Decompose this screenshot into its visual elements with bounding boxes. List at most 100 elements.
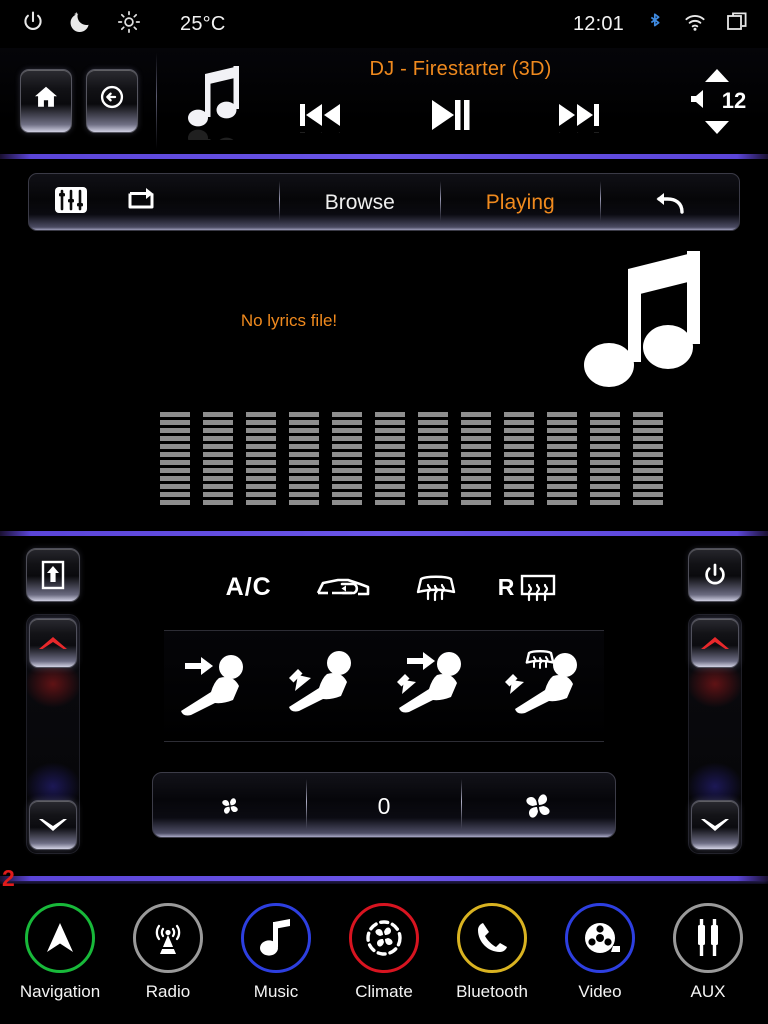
airflow-mode-feet[interactable] xyxy=(281,648,371,724)
wifi-icon[interactable] xyxy=(682,10,708,39)
spectrum-segment xyxy=(418,428,448,433)
spectrum-segment xyxy=(633,420,663,425)
night-mode-icon[interactable] xyxy=(68,9,94,40)
spectrum-segment xyxy=(289,420,319,425)
driver-temp-down-button[interactable] xyxy=(29,800,77,850)
driver-temp-slider[interactable] xyxy=(26,614,80,854)
passenger-temp-down-button[interactable] xyxy=(691,800,739,850)
spectrum-column xyxy=(203,412,233,505)
spectrum-segment xyxy=(504,436,534,441)
equalizer-icon[interactable] xyxy=(53,184,89,222)
spectrum-segment xyxy=(461,484,491,489)
recents-window-icon[interactable] xyxy=(724,10,750,39)
outside-temperature: 25°C xyxy=(180,12,226,35)
dock-item-navigation[interactable]: Navigation xyxy=(10,902,110,1002)
front-defrost-button[interactable] xyxy=(414,569,458,605)
recirculation-button[interactable] xyxy=(312,569,374,605)
spectrum-segment xyxy=(375,444,405,449)
dock-item-radio[interactable]: Radio xyxy=(118,902,218,1002)
spectrum-segment xyxy=(203,436,233,441)
album-art-music-note-icon xyxy=(576,243,718,408)
spectrum-segment xyxy=(375,500,405,505)
spectrum-segment xyxy=(289,436,319,441)
spectrum-segment xyxy=(160,428,190,433)
play-pause-button[interactable] xyxy=(425,94,473,166)
dock-item-label: AUX xyxy=(690,981,726,1001)
passenger-temp-slider[interactable] xyxy=(688,614,742,854)
music-return-button[interactable] xyxy=(601,174,739,230)
film-reel-icon[interactable] xyxy=(565,902,635,973)
volume-up-button[interactable] xyxy=(701,67,733,85)
spectrum-segment xyxy=(504,500,534,505)
track-title: DJ - Firestarter (3D) xyxy=(369,58,552,80)
dock-item-bluetooth[interactable]: Bluetooth xyxy=(442,902,542,1002)
brightness-icon[interactable] xyxy=(116,9,142,40)
climate-function-row: A/C R xyxy=(100,550,668,624)
driver-temp-up-button[interactable] xyxy=(29,618,77,668)
volume-down-button[interactable] xyxy=(701,118,733,136)
spectrum-segment xyxy=(633,484,663,489)
home-button[interactable] xyxy=(20,69,72,133)
header-nav-buttons xyxy=(0,48,156,154)
spectrum-segment xyxy=(590,412,620,417)
spectrum-segment xyxy=(332,476,362,481)
phone-handset-icon[interactable] xyxy=(457,902,527,973)
climate-fan-icon[interactable] xyxy=(349,902,419,973)
airflow-mode-face-feet[interactable] xyxy=(389,648,479,724)
radio-antenna-icon[interactable] xyxy=(133,902,203,973)
dock-item-music[interactable]: Music xyxy=(226,902,326,1002)
bottom-dock: Navigation Radio Music Climate Bluetooth Vide… xyxy=(0,884,768,1024)
spectrum-segment xyxy=(160,492,190,497)
header-center: DJ - Firestarter (3D) xyxy=(249,48,672,166)
spectrum-column xyxy=(504,412,534,505)
fan-speed-control: 0 xyxy=(152,772,616,838)
previous-track-button[interactable] xyxy=(294,97,344,154)
transport-controls xyxy=(249,94,672,166)
dock-item-video[interactable]: Video xyxy=(550,902,650,1002)
airflow-mode-face[interactable] xyxy=(173,648,263,724)
tab-browse[interactable]: Browse xyxy=(280,174,440,230)
spectrum-segment xyxy=(547,444,577,449)
fan-decrease-button[interactable] xyxy=(153,773,306,837)
dock-item-climate[interactable]: Climate xyxy=(334,902,434,1002)
spectrum-segment xyxy=(246,420,276,425)
next-track-button[interactable] xyxy=(555,97,605,154)
dock-item-label: Music xyxy=(253,981,299,1001)
spectrum-segment xyxy=(332,484,362,489)
auto-recirculate-button[interactable] xyxy=(26,548,80,602)
airflow-mode-defrost-feet[interactable] xyxy=(497,648,595,724)
spectrum-segment xyxy=(332,412,362,417)
back-button[interactable] xyxy=(86,69,138,133)
power-icon[interactable] xyxy=(20,9,46,40)
spectrum-segment xyxy=(547,412,577,417)
spectrum-segment xyxy=(633,436,663,441)
navigation-arrow-icon[interactable] xyxy=(25,902,95,973)
spectrum-segment xyxy=(504,420,534,425)
fan-increase-button[interactable] xyxy=(462,773,615,837)
dock-item-aux[interactable]: AUX xyxy=(658,902,758,1002)
spectrum-segment xyxy=(418,484,448,489)
spectrum-segment xyxy=(160,436,190,441)
rear-defrost-button[interactable]: R xyxy=(498,569,559,605)
spectrum-segment xyxy=(375,460,405,465)
passenger-temp-up-button[interactable] xyxy=(691,618,739,668)
aux-plug-icon[interactable] xyxy=(673,902,743,973)
spectrum-segment xyxy=(418,452,448,457)
clock: 12:01 xyxy=(572,12,624,35)
spectrum-segment xyxy=(461,444,491,449)
climate-power-button[interactable] xyxy=(688,548,742,602)
spectrum-segment xyxy=(289,452,319,457)
fan-speed-value: 0 xyxy=(377,792,391,819)
spectrum-segment xyxy=(504,428,534,433)
volume-readout: 12 xyxy=(688,87,746,116)
spectrum-segment xyxy=(289,428,319,433)
bluetooth-icon[interactable] xyxy=(644,10,666,39)
spectrum-segment xyxy=(461,460,491,465)
dock-item-label: Navigation xyxy=(19,981,101,1001)
spectrum-segment xyxy=(633,492,663,497)
repeat-icon[interactable] xyxy=(123,184,159,222)
spectrum-column xyxy=(160,412,190,505)
tabbar-icon-group xyxy=(29,174,279,230)
tab-playing[interactable]: Playing xyxy=(441,174,601,230)
music-note-icon[interactable] xyxy=(241,902,311,973)
